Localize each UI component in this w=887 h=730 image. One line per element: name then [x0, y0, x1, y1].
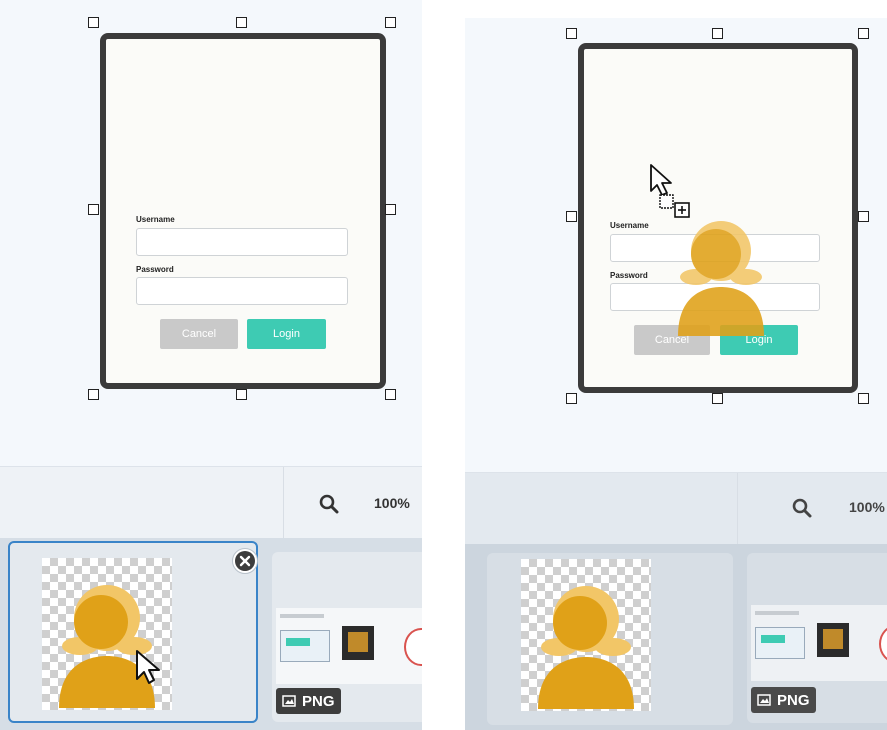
- image-icon: [757, 694, 771, 706]
- editor-panel-before: Username Password Cancel Login 100% PNG: [0, 0, 422, 730]
- zoom-toolbar: 100%: [465, 472, 887, 545]
- png-badge: PNG: [751, 687, 816, 713]
- user-avatar-icon: [59, 585, 155, 708]
- resize-handle-ne[interactable]: [858, 28, 869, 39]
- password-label: Password: [610, 271, 648, 280]
- login-mockup-frame[interactable]: Username Password Cancel Login: [578, 43, 858, 393]
- editor-canvas[interactable]: Username Password Cancel Login: [0, 0, 422, 466]
- resize-handle-se[interactable]: [858, 393, 869, 404]
- resize-handle-e[interactable]: [858, 211, 869, 222]
- transparent-preview: [42, 558, 172, 710]
- cancel-button[interactable]: Cancel: [160, 319, 238, 349]
- transparent-preview: [521, 559, 651, 711]
- user-avatar-icon: [538, 586, 634, 709]
- resize-handle-n[interactable]: [712, 28, 723, 39]
- username-field[interactable]: [136, 228, 348, 256]
- username-label: Username: [610, 221, 649, 230]
- drag-copy-cursor-icon: [650, 164, 690, 218]
- resize-handle-nw[interactable]: [566, 28, 577, 39]
- search-icon[interactable]: [791, 497, 813, 519]
- close-icon: [235, 551, 255, 571]
- tray-item-avatar[interactable]: [487, 553, 733, 725]
- resize-handle-e[interactable]: [385, 204, 396, 215]
- screenshot-thumbnail: [751, 605, 887, 681]
- resize-handle-sw[interactable]: [566, 393, 577, 404]
- editor-canvas[interactable]: Username Password Cancel Login: [465, 18, 887, 472]
- png-label: PNG: [302, 692, 335, 710]
- tray-item-screenshot[interactable]: PNG: [272, 552, 422, 722]
- toolbar-divider: [737, 473, 738, 545]
- login-button[interactable]: Login: [247, 319, 326, 349]
- resize-handle-ne[interactable]: [385, 17, 396, 28]
- pointer-cursor-icon: [136, 650, 160, 684]
- search-icon[interactable]: [318, 493, 340, 515]
- resize-handle-s[interactable]: [236, 389, 247, 400]
- resize-handle-sw[interactable]: [88, 389, 99, 400]
- tray-item-avatar[interactable]: [8, 541, 258, 723]
- resize-handle-w[interactable]: [566, 211, 577, 222]
- toolbar-divider: [283, 467, 284, 539]
- tray-item-screenshot[interactable]: PNG: [747, 553, 887, 723]
- image-icon: [282, 695, 296, 707]
- png-label: PNG: [777, 691, 810, 709]
- resize-handle-nw[interactable]: [88, 17, 99, 28]
- zoom-level[interactable]: 100%: [849, 499, 885, 515]
- recent-captures-tray: PNG: [465, 544, 887, 730]
- resize-handle-s[interactable]: [712, 393, 723, 404]
- password-field[interactable]: [136, 277, 348, 305]
- username-label: Username: [136, 215, 175, 224]
- resize-handle-n[interactable]: [236, 17, 247, 28]
- png-badge: PNG: [276, 688, 341, 714]
- zoom-toolbar: 100%: [0, 466, 422, 539]
- recent-captures-tray: PNG: [0, 538, 422, 730]
- dragged-avatar-preview: [678, 221, 764, 336]
- screenshot-thumbnail: [276, 608, 422, 684]
- login-mockup-frame[interactable]: Username Password Cancel Login: [100, 33, 386, 389]
- zoom-level[interactable]: 100%: [374, 495, 410, 511]
- remove-item-button[interactable]: [232, 548, 258, 574]
- editor-panel-after: Username Password Cancel Login 100% PNG: [465, 0, 887, 730]
- resize-handle-se[interactable]: [385, 389, 396, 400]
- password-label: Password: [136, 265, 174, 274]
- resize-handle-w[interactable]: [88, 204, 99, 215]
